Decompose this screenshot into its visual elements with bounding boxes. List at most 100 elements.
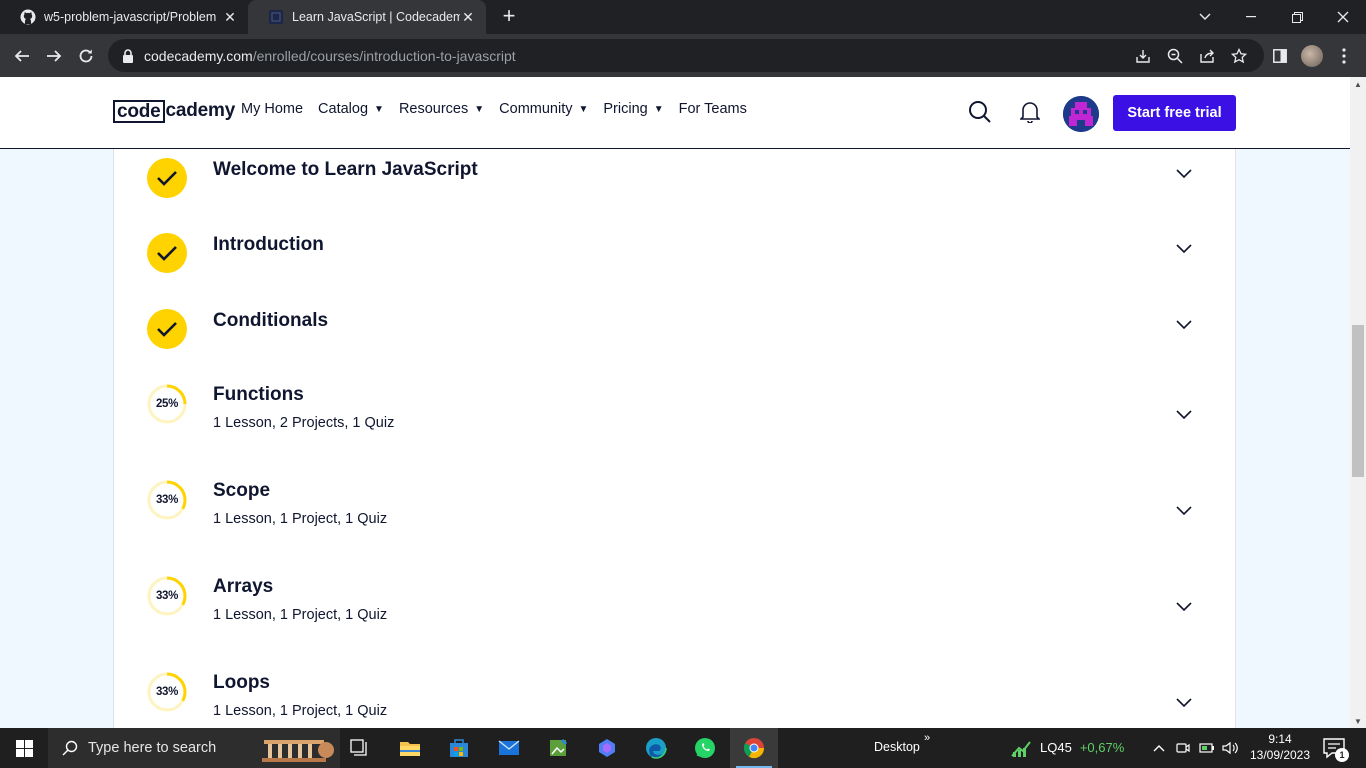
caret-down-icon: ▼: [374, 103, 384, 115]
nav-community[interactable]: Community ▼: [499, 101, 588, 117]
minimize-button[interactable]: [1228, 0, 1274, 34]
chevron-down-icon[interactable]: [1175, 318, 1193, 330]
address-bar[interactable]: codecademy.com/enrolled/courses/introduc…: [108, 39, 1264, 72]
close-tab-icon[interactable]: ✕: [460, 9, 476, 25]
page-scrollbar[interactable]: ▲ ▼: [1350, 77, 1366, 728]
bookmark-star-icon[interactable]: [1230, 47, 1248, 65]
network-battery-icon[interactable]: [1198, 739, 1216, 757]
new-tab-button[interactable]: +: [497, 5, 521, 29]
browser-tab-github[interactable]: w5-problem-javascript/Problem ✕: [0, 0, 248, 34]
share-icon[interactable]: [1198, 47, 1216, 65]
user-avatar[interactable]: [1063, 96, 1099, 132]
tab-search-chevron-icon[interactable]: [1182, 0, 1228, 34]
tab-title: Learn JavaScript | Codecademy: [292, 10, 460, 24]
side-panel-icon[interactable]: [1266, 42, 1294, 70]
module-row[interactable]: 25% Functions 1 Lesson, 2 Projects, 1 Qu…: [114, 363, 1237, 459]
desktop-toolbar-label[interactable]: Desktop: [874, 740, 920, 754]
back-button[interactable]: [8, 42, 36, 70]
scrollbar-thumb[interactable]: [1352, 325, 1364, 477]
clock-time: 9:14: [1268, 732, 1292, 746]
chevron-down-icon[interactable]: [1175, 242, 1193, 254]
install-app-icon[interactable]: [1134, 47, 1152, 65]
chrome-icon[interactable]: [730, 728, 778, 768]
caret-down-icon: ▼: [653, 103, 664, 115]
volume-icon[interactable]: [1221, 739, 1239, 757]
nav-resources[interactable]: Resources ▼: [399, 101, 484, 117]
caret-down-icon: ▼: [474, 103, 485, 115]
windows-taskbar: Type here to search Desktop » LQ45 +0,67…: [0, 728, 1366, 768]
module-summary: 1 Lesson, 1 Project, 1 Quiz: [213, 511, 388, 527]
module-row[interactable]: Welcome to Learn JavaScript: [114, 149, 1237, 211]
zoom-icon[interactable]: [1166, 47, 1184, 65]
microsoft-store-icon[interactable]: [435, 728, 483, 768]
arrow-right-icon: [47, 50, 62, 62]
stock-name: LQ45: [1040, 739, 1072, 755]
module-row[interactable]: Introduction: [114, 211, 1237, 287]
module-title: Introduction: [213, 234, 324, 255]
nav-my-home[interactable]: My Home: [241, 101, 303, 117]
module-row[interactable]: Conditionals: [114, 287, 1237, 363]
module-title: Loops: [213, 672, 270, 693]
windows-logo-icon: [15, 739, 33, 757]
nav-catalog[interactable]: Catalog ▼: [318, 101, 384, 117]
main-nav: My Home Catalog ▼ Resources ▼ Community ▼ P…: [241, 101, 762, 117]
checkmark-icon: [147, 158, 187, 198]
progress-ring: 33%: [147, 576, 187, 616]
checkmark-icon: [147, 309, 187, 349]
close-tab-icon[interactable]: ✕: [222, 9, 238, 25]
task-view-icon[interactable]: [336, 728, 384, 768]
nav-pricing[interactable]: Pricing ▼: [603, 101, 663, 117]
chevron-down-icon[interactable]: [1175, 167, 1193, 179]
progress-ring: 25%: [147, 384, 187, 424]
stock-trend-up-icon: [1011, 741, 1031, 757]
codecademy-logo[interactable]: code cademy: [113, 99, 235, 123]
progress-percent: 25%: [155, 398, 179, 410]
module-summary: 1 Lesson, 1 Project, 1 Quiz: [213, 607, 388, 623]
tab-title: w5-problem-javascript/Problem: [44, 10, 217, 24]
browser-tab-codecademy[interactable]: Learn JavaScript | Codecademy ✕: [248, 0, 486, 34]
photos-app-icon[interactable]: [534, 728, 582, 768]
url-text: codecademy.com/enrolled/courses/introduc…: [144, 47, 516, 64]
module-row[interactable]: 33% Loops 1 Lesson, 1 Project, 1 Quiz: [114, 651, 1237, 728]
chevron-down-icon[interactable]: [1175, 600, 1193, 612]
nav-for-teams[interactable]: For Teams: [679, 101, 747, 117]
start-free-trial-button[interactable]: Start free trial: [1113, 95, 1236, 131]
hidden-icons-chevron-icon[interactable]: [1150, 739, 1168, 757]
arrow-left-icon: [14, 50, 29, 62]
profile-avatar[interactable]: [1298, 42, 1326, 70]
copilot-icon[interactable]: [583, 728, 631, 768]
bell-icon[interactable]: [1017, 99, 1043, 125]
chevron-down-icon[interactable]: [1175, 696, 1193, 708]
site-header: code cademy My Home Catalog ▼ Resources ▼ C…: [0, 77, 1350, 149]
caret-down-icon: ▼: [578, 103, 589, 115]
scroll-down-arrow-icon[interactable]: ▼: [1350, 714, 1366, 728]
double-chevron-icon[interactable]: »: [924, 732, 930, 744]
browser-toolbar: codecademy.com/enrolled/courses/introduc…: [0, 34, 1366, 77]
module-row[interactable]: 33% Scope 1 Lesson, 1 Project, 1 Quiz: [114, 459, 1237, 555]
checkmark-icon: [147, 233, 187, 273]
meet-now-icon[interactable]: [1174, 739, 1192, 757]
chevron-down-icon[interactable]: [1175, 408, 1193, 420]
windows-start-button[interactable]: [0, 728, 48, 768]
reload-button[interactable]: [72, 42, 100, 70]
menu-dots-icon[interactable]: [1330, 42, 1358, 70]
forward-button[interactable]: [40, 42, 68, 70]
whatsapp-icon[interactable]: [681, 728, 729, 768]
browser-tab-strip: w5-problem-javascript/Problem ✕ Learn Ja…: [0, 0, 1366, 34]
scroll-up-arrow-icon[interactable]: ▲: [1350, 77, 1366, 91]
taskbar-clock[interactable]: 9:14 13/09/2023: [1244, 731, 1316, 763]
search-highlight-illustration-icon: [262, 740, 334, 762]
stock-widget[interactable]: LQ45 +0,67%: [1010, 736, 1124, 758]
mail-icon[interactable]: [485, 728, 533, 768]
search-icon[interactable]: [967, 99, 993, 125]
module-summary: 1 Lesson, 1 Project, 1 Quiz: [213, 703, 388, 719]
restore-button[interactable]: [1274, 0, 1320, 34]
file-explorer-icon[interactable]: [386, 728, 434, 768]
module-title: Arrays: [213, 576, 274, 597]
chevron-down-icon[interactable]: [1175, 504, 1193, 516]
module-row[interactable]: 33% Arrays 1 Lesson, 1 Project, 1 Quiz: [114, 555, 1237, 651]
progress-percent: 33%: [155, 590, 179, 602]
edge-browser-icon[interactable]: [632, 728, 680, 768]
close-window-button[interactable]: [1320, 0, 1366, 34]
taskbar-search-box[interactable]: Type here to search: [48, 728, 340, 768]
